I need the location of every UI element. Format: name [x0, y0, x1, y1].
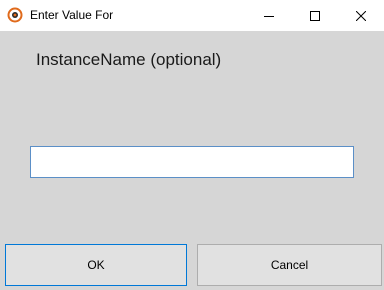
cancel-button[interactable]: Cancel: [197, 244, 382, 286]
title-bar[interactable]: Enter Value For: [0, 0, 384, 31]
maximize-icon: [310, 6, 320, 25]
maximize-button[interactable]: [292, 0, 338, 31]
minimize-button[interactable]: [246, 0, 292, 31]
value-input[interactable]: [30, 146, 354, 178]
minimize-icon: [264, 6, 274, 25]
target-ring-icon: [7, 7, 23, 23]
close-icon: [355, 6, 367, 25]
prompt-label: InstanceName (optional): [36, 50, 222, 69]
ok-button[interactable]: OK: [5, 244, 187, 286]
window-title: Enter Value For: [30, 8, 114, 22]
close-button[interactable]: [338, 0, 384, 31]
